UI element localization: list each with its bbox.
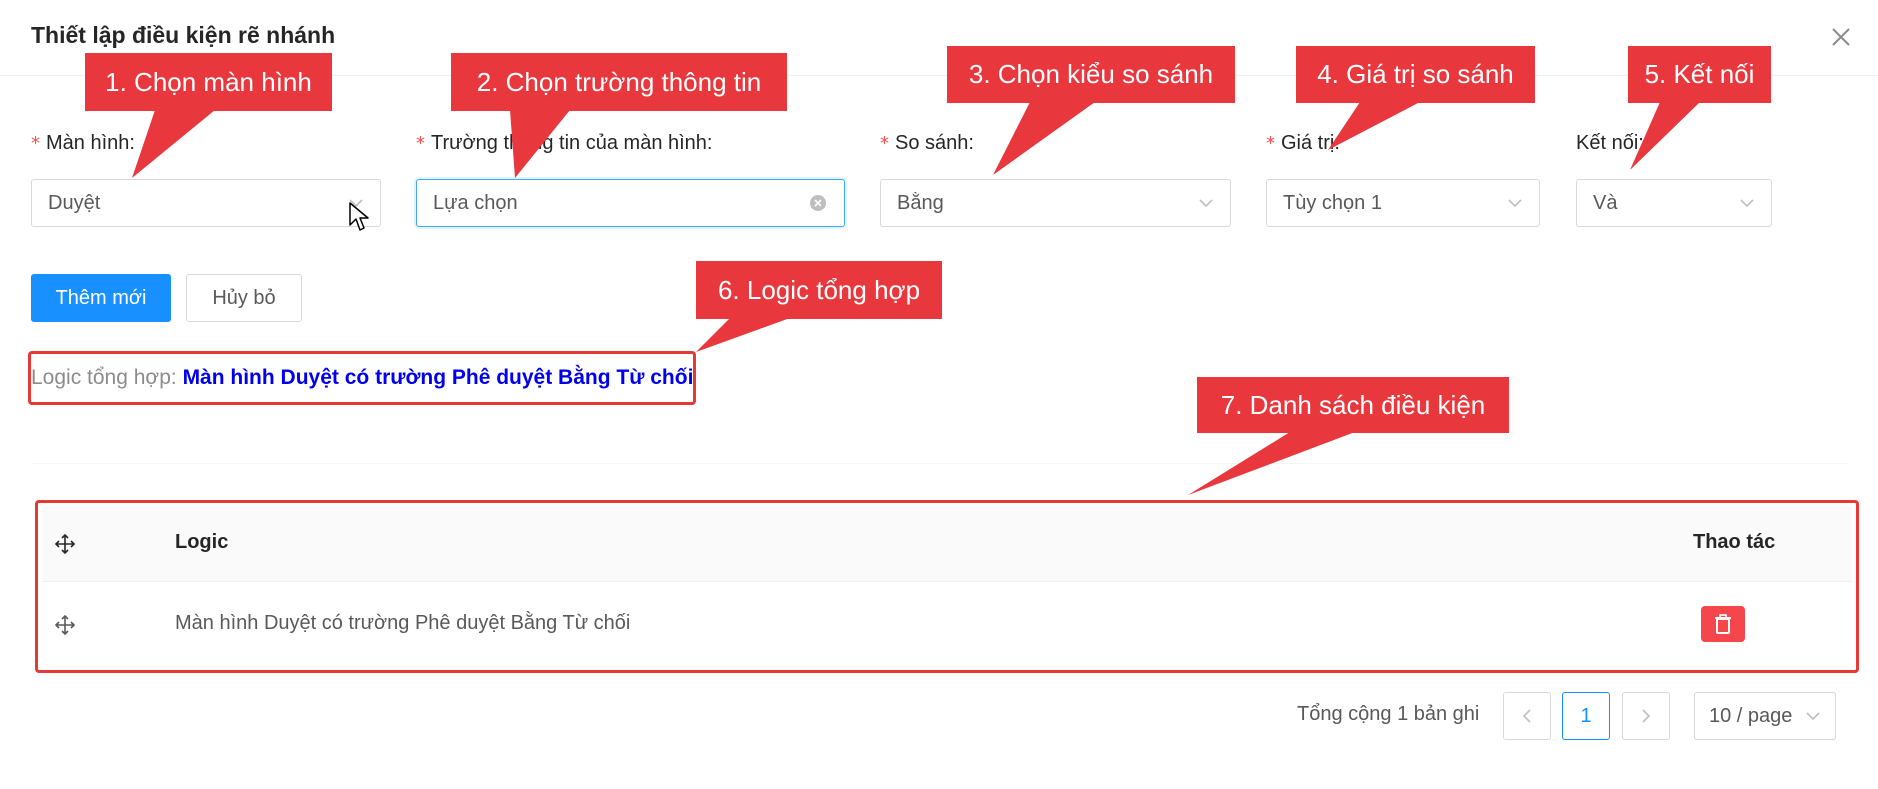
page-size-value: 10 / page <box>1709 704 1793 727</box>
connect-select[interactable]: Và <box>1576 179 1772 227</box>
chevron-down-icon <box>1806 712 1820 721</box>
close-button[interactable] <box>1826 22 1856 52</box>
field-select[interactable]: Lựa chọn <box>416 179 845 227</box>
logic-summary-value: Màn hình Duyệt có trường Phê duyệt Bằng … <box>182 366 694 389</box>
screen-label: * Màn hình: <box>31 132 135 154</box>
required-mark: * <box>1266 133 1275 154</box>
prev-page-button[interactable] <box>1503 692 1551 740</box>
field-label: * Trường thông tin của màn hình: <box>416 132 713 154</box>
chevron-down-icon <box>1508 199 1522 208</box>
callout-4-pointer <box>1328 102 1420 150</box>
screen-select[interactable]: Duyệt <box>31 179 381 227</box>
section-divider <box>31 463 1849 464</box>
page-number[interactable]: 1 <box>1562 692 1610 740</box>
required-mark: * <box>880 133 889 154</box>
logic-summary: Logic tổng hợp: Màn hình Duyệt có trường… <box>31 366 693 390</box>
required-mark: * <box>31 133 40 154</box>
chevron-right-icon <box>1642 709 1651 723</box>
next-page-button[interactable] <box>1622 692 1670 740</box>
callout-5: 5. Kết nối <box>1628 46 1771 103</box>
callout-3: 3. Chọn kiểu so sánh <box>947 46 1235 103</box>
compare-select[interactable]: Bằng <box>880 179 1231 227</box>
callout-6-pointer <box>696 318 790 352</box>
pagination-total: Tổng cộng 1 bản ghi <box>1297 703 1480 725</box>
value-label: * Giá trị: <box>1266 132 1340 154</box>
callout-4: 4. Giá trị so sánh <box>1296 46 1535 103</box>
chevron-down-icon <box>1740 199 1754 208</box>
clear-icon[interactable] <box>808 193 828 213</box>
page-size-select[interactable]: 10 / page <box>1694 692 1836 740</box>
connect-label: Kết nối: <box>1576 132 1644 154</box>
chevron-down-icon <box>1199 199 1213 208</box>
logic-summary-label: Logic tổng hợp: <box>31 366 177 389</box>
mouse-cursor-icon <box>349 202 369 231</box>
callout-2: 2. Chọn trường thông tin <box>451 53 787 111</box>
field-select-value: Lựa chọn <box>433 191 518 214</box>
callout-7: 7. Danh sách điều kiện <box>1197 377 1509 433</box>
cancel-button[interactable]: Hủy bỏ <box>186 274 302 322</box>
connect-select-value: Và <box>1593 191 1618 214</box>
add-new-button[interactable]: Thêm mới <box>31 274 171 322</box>
value-select[interactable]: Tùy chọn 1 <box>1266 179 1540 227</box>
value-select-value: Tùy chọn 1 <box>1283 191 1382 214</box>
callout-1: 1. Chọn màn hình <box>85 53 332 111</box>
required-mark: * <box>416 133 425 154</box>
modal-title: Thiết lập điều kiện rẽ nhánh <box>31 22 336 48</box>
compare-label: * So sánh: <box>880 132 974 154</box>
callout-6: 6. Logic tổng hợp <box>696 261 942 319</box>
close-icon <box>1832 28 1850 46</box>
chevron-left-icon <box>1522 709 1531 723</box>
callout-1-pointer <box>132 110 215 178</box>
callout-3-pointer <box>993 102 1095 175</box>
conditions-table-highlight <box>35 500 1859 673</box>
screen-select-value: Duyệt <box>48 191 101 214</box>
compare-select-value: Bằng <box>897 191 944 214</box>
